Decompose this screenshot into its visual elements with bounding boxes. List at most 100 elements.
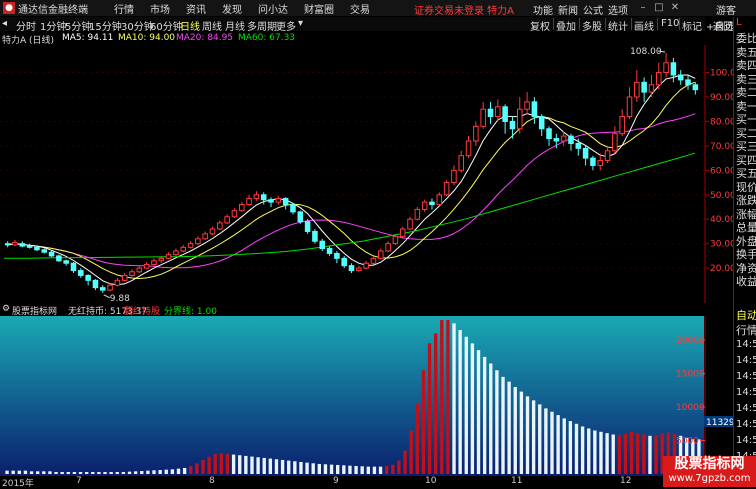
period-prev-icon[interactable]: ◂ <box>2 18 7 29</box>
indicator-gear-icon[interactable]: ⚙ <box>2 304 10 314</box>
indicator-chart[interactable]: 20000 15000 10000 5000 11329.5 <box>0 316 733 476</box>
candle-down <box>429 201 435 206</box>
candle-down <box>326 248 333 254</box>
tool-adjust[interactable]: 复权 <box>530 18 550 33</box>
login-warning[interactable]: 证券交易未登录 特力A <box>414 2 514 17</box>
candle-up <box>187 243 194 248</box>
candle-down <box>509 120 516 130</box>
indicator-tick-label: 20000 <box>676 336 705 346</box>
ma5-value: MA5: 94.11 <box>62 33 114 43</box>
tool-draw[interactable]: 画线 <box>634 18 654 33</box>
more-dropdown-icon[interactable]: ▾ <box>298 18 303 29</box>
price-tick-label: 50.00 <box>710 191 733 201</box>
candle-down <box>41 249 48 253</box>
candle-up <box>107 284 113 291</box>
candle-up <box>399 228 406 237</box>
close-icon[interactable]: ✕ <box>668 1 682 14</box>
period-tab-60min[interactable]: 60分钟 <box>150 18 183 33</box>
candle-down <box>312 230 318 242</box>
menu-functions[interactable]: 功能 <box>533 2 553 17</box>
candle-up <box>275 197 282 203</box>
candle-up <box>414 208 421 220</box>
price-tick-label: 90.00 <box>710 93 733 103</box>
date-axis: 2015年 7 8 9 10 11 12 <box>0 476 733 489</box>
candle-up <box>480 108 486 127</box>
menu-wealth[interactable]: 财富圈 <box>304 1 334 16</box>
menu-ask[interactable]: 问小达 <box>258 1 288 16</box>
candle-up <box>121 274 128 281</box>
period-tab-weekly[interactable]: 周线 <box>202 18 222 33</box>
tool-f10[interactable]: F10 <box>661 18 679 29</box>
candle-up <box>560 135 567 142</box>
period-tab-5min[interactable]: 5分钟 <box>65 18 91 33</box>
candle-down <box>26 245 33 248</box>
ma60-line <box>4 152 696 259</box>
candle-up <box>12 241 18 246</box>
period-tab-more[interactable]: 更多 <box>276 18 296 33</box>
tool-divider <box>579 18 580 30</box>
candle-up <box>129 271 135 276</box>
menu-headlines[interactable]: 新闻 <box>558 2 578 17</box>
candle-up <box>165 254 172 259</box>
price-tick-label: 80.00 <box>710 117 733 127</box>
indicator-tick-label: 15000 <box>676 370 705 380</box>
candle-up <box>443 182 450 196</box>
tick-time: 14:50 <box>736 371 756 382</box>
menu-market[interactable]: 市场 <box>150 1 170 16</box>
tool-mark[interactable]: 标记 <box>682 18 702 33</box>
candle-up <box>495 106 501 118</box>
tool-stats[interactable]: 统计 <box>608 18 628 33</box>
menu-news[interactable]: 资讯 <box>186 1 206 16</box>
candle-up <box>604 150 611 162</box>
candle-down <box>99 287 106 291</box>
menu-quotes[interactable]: 行情 <box>114 1 134 16</box>
candle-up <box>612 133 618 152</box>
candle-down <box>692 84 699 91</box>
candle-up <box>143 263 150 269</box>
period-tab-daily[interactable]: 日线 <box>180 18 200 33</box>
current-value-label: 11329.5 <box>706 418 733 428</box>
price-tick-label: 40.00 <box>710 215 733 225</box>
period-tab-monthly[interactable]: 月线 <box>225 18 245 33</box>
tick-time: 14:50 <box>736 419 756 430</box>
minimize-icon[interactable]: – <box>636 1 650 14</box>
period-tab-1min[interactable]: 1分钟 <box>40 18 66 33</box>
menu-discover[interactable]: 发现 <box>222 1 242 16</box>
indicator-background <box>0 316 704 476</box>
candle-up <box>421 201 428 210</box>
maximize-icon[interactable]: □ <box>652 1 666 14</box>
tool-divider <box>657 18 658 30</box>
tool-multi-stock[interactable]: 多股 <box>582 18 602 33</box>
tool-overlay[interactable]: 叠加 <box>556 18 576 33</box>
date-label-nov: 11 <box>511 476 523 486</box>
price-tick-label: 100.00 <box>710 69 733 79</box>
candle-up <box>663 62 669 74</box>
period-tab-minute[interactable]: 分时 <box>16 18 36 33</box>
candle-up <box>626 96 633 118</box>
candle-down <box>4 243 11 246</box>
candle-up <box>231 210 238 218</box>
date-label-year: 2015年 <box>2 479 34 489</box>
candle-down <box>334 252 340 259</box>
tool-divider <box>679 18 680 30</box>
candlestick-chart[interactable]: 100.00 90.00 80.00 70.00 60.00 50.00 40.00 30.0… <box>0 45 733 303</box>
candle-up <box>356 267 362 272</box>
period-tab-30min[interactable]: 30分钟 <box>121 18 154 33</box>
indicator-title-bar: ⚙ 股票指标网 无红持币: 5173.37 翻红持股 分界线: 1.00 <box>0 304 733 317</box>
panel-quotes[interactable]: 行情 <box>736 322 756 338</box>
candle-down <box>70 262 77 272</box>
menu-trade[interactable]: 交易 <box>350 1 370 16</box>
period-tab-15min[interactable]: 15分钟 <box>89 18 122 33</box>
candle-up <box>451 169 457 184</box>
guest-label[interactable]: 游客 <box>716 2 736 17</box>
tool-back[interactable]: 返回 <box>713 18 733 33</box>
period-tab-multi[interactable]: 多周期 <box>247 18 277 33</box>
tool-divider <box>553 18 554 30</box>
menu-options[interactable]: 选项 <box>608 2 628 17</box>
period-toolbar: ◂ 分时 1分钟 5分钟 15分钟 30分钟 60分钟 日线 周线 月线 多周期… <box>0 17 705 33</box>
panel-auto[interactable]: 自动 <box>736 307 756 323</box>
candle-up <box>363 262 369 269</box>
menu-formula[interactable]: 公式 <box>583 2 603 17</box>
candle-up <box>392 235 399 245</box>
moving-average-lines <box>4 74 696 286</box>
